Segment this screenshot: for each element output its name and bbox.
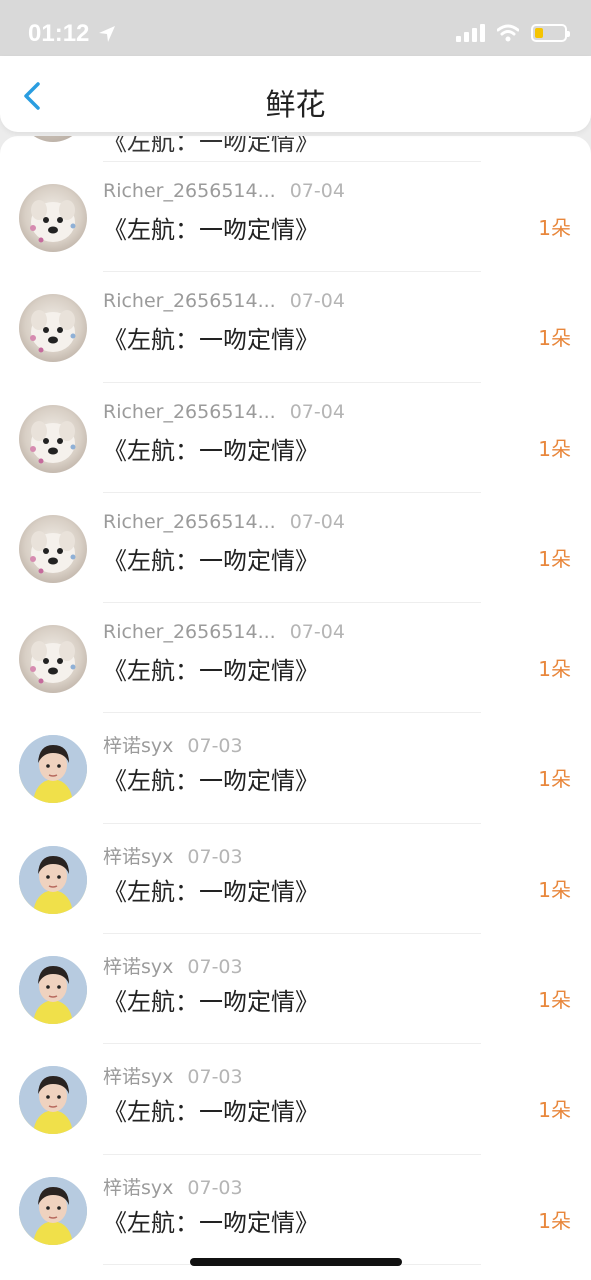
username-text[interactable]: Richer_2656514... bbox=[103, 180, 276, 202]
username-text[interactable]: Richer_2656514... bbox=[103, 621, 276, 643]
status-time-text: 01:12 bbox=[28, 20, 90, 47]
cellular-signal-icon bbox=[456, 24, 485, 42]
flower-count: 1朵 bbox=[538, 1098, 571, 1123]
list-item[interactable]: 梓诺syx 07-03 《左航：一吻定情》 1朵 bbox=[0, 1155, 591, 1265]
gift-date: 07-04 bbox=[289, 290, 345, 313]
list-item[interactable]: 梓诺syx 07-03 《左航：一吻定情》 1朵 bbox=[0, 1044, 591, 1155]
list-item-title: 《左航：一吻定情》 bbox=[103, 326, 319, 355]
avatar[interactable] bbox=[19, 514, 87, 583]
avatar[interactable] bbox=[19, 294, 87, 363]
list-item[interactable]: Richer_2656514... 07-04 《左航：一吻定情》 1朵 bbox=[0, 603, 591, 714]
list-item-title: 《左航：一吻定情》 bbox=[103, 136, 319, 156]
list-item[interactable]: Richer_2656514... 07-04 《左航：一吻定情》 1朵 bbox=[0, 383, 591, 493]
status-bar: 01:12 bbox=[0, 0, 591, 64]
username-text[interactable]: 梓诺syx bbox=[103, 956, 173, 978]
status-time: 01:12 bbox=[28, 20, 117, 48]
gift-date: 07-03 bbox=[187, 845, 243, 868]
list-item-title: 《左航：一吻定情》 bbox=[103, 988, 319, 1017]
gift-date: 07-04 bbox=[289, 400, 345, 423]
username-text[interactable]: Richer_2656514... bbox=[103, 401, 276, 423]
avatar[interactable] bbox=[19, 1066, 87, 1135]
gift-date: 07-04 bbox=[289, 180, 345, 202]
gift-date: 07-04 bbox=[289, 510, 345, 533]
list-item[interactable]: Richer_2656514... 07-04 《左航：一吻定情》 1朵 bbox=[0, 272, 591, 383]
username-text[interactable]: 梓诺syx bbox=[103, 735, 173, 757]
list-item-partial[interactable]: 《左航：一吻定情》 bbox=[0, 136, 591, 162]
list-item[interactable]: Richer_2656514... 07-04 《左航：一吻定情》 1朵 bbox=[0, 162, 591, 273]
list-item-title: 《左航：一吻定情》 bbox=[103, 657, 319, 686]
list-item-title: 《左航：一吻定情》 bbox=[103, 436, 319, 465]
avatar[interactable] bbox=[19, 625, 87, 694]
username-text[interactable]: 梓诺syx bbox=[103, 1066, 173, 1088]
flower-count: 1朵 bbox=[538, 546, 571, 571]
username[interactable]: Richer_2656514... 07-04 bbox=[103, 290, 345, 312]
wifi-icon bbox=[497, 24, 519, 42]
flower-count: 1朵 bbox=[538, 657, 571, 682]
flower-count: 1朵 bbox=[538, 767, 571, 792]
navigation-bar: 鲜花 bbox=[0, 56, 591, 132]
home-indicator bbox=[190, 1258, 402, 1266]
status-icons bbox=[456, 24, 570, 42]
list-item[interactable]: 梓诺syx 07-03 《左航：一吻定情》 1朵 bbox=[0, 934, 591, 1045]
gift-date: 07-04 bbox=[289, 621, 345, 644]
avatar[interactable] bbox=[19, 184, 87, 252]
username[interactable]: Richer_2656514... 07-04 bbox=[103, 180, 345, 202]
flower-list: 《左航：一吻定情》 Richer_2656514... 07-04 《左航：一吻定情… bbox=[0, 136, 591, 1280]
flower-count: 1朵 bbox=[538, 216, 571, 240]
username[interactable]: Richer_2656514... 07-04 bbox=[103, 621, 345, 643]
gift-date: 07-03 bbox=[187, 1176, 243, 1199]
avatar[interactable] bbox=[19, 136, 87, 142]
list-item-title: 《左航：一吻定情》 bbox=[103, 546, 319, 575]
flower-count: 1朵 bbox=[538, 988, 571, 1013]
username-text[interactable]: 梓诺syx bbox=[103, 846, 173, 868]
username[interactable]: 梓诺syx 07-03 bbox=[103, 952, 243, 979]
battery-icon bbox=[531, 24, 570, 42]
username[interactable]: 梓诺syx 07-03 bbox=[103, 731, 243, 758]
gift-date: 07-03 bbox=[187, 735, 243, 758]
list-item-title: 《左航：一吻定情》 bbox=[103, 877, 319, 906]
list-item-title: 《左航：一吻定情》 bbox=[103, 1098, 319, 1127]
location-arrow-icon bbox=[99, 26, 116, 42]
list-item-title: 《左航：一吻定情》 bbox=[103, 1208, 319, 1237]
list-item[interactable]: Richer_2656514... 07-04 《左航：一吻定情》 1朵 bbox=[0, 493, 591, 604]
avatar[interactable] bbox=[19, 1176, 87, 1245]
list-item[interactable]: 梓诺syx 07-03 《左航：一吻定情》 1朵 bbox=[0, 824, 591, 935]
avatar[interactable] bbox=[19, 404, 87, 473]
list-item-title: 《左航：一吻定情》 bbox=[103, 767, 319, 796]
username[interactable]: Richer_2656514... 07-04 bbox=[103, 401, 345, 423]
username[interactable]: 梓诺syx 07-03 bbox=[103, 1062, 243, 1089]
list-item-title: 《左航：一吻定情》 bbox=[103, 216, 319, 244]
username-text[interactable]: Richer_2656514... bbox=[103, 511, 276, 533]
list-item[interactable]: 梓诺syx 07-03 《左航：一吻定情》 1朵 bbox=[0, 713, 591, 824]
page-title: 鲜花 bbox=[265, 88, 326, 123]
username[interactable]: Richer_2656514... 07-04 bbox=[103, 511, 345, 533]
username-text[interactable]: 梓诺syx bbox=[103, 1177, 173, 1199]
avatar[interactable] bbox=[19, 956, 87, 1025]
flower-count: 1朵 bbox=[538, 877, 571, 902]
avatar[interactable] bbox=[19, 735, 87, 804]
flower-count: 1朵 bbox=[538, 436, 571, 461]
gift-date: 07-03 bbox=[187, 1066, 243, 1089]
flower-count: 1朵 bbox=[538, 1208, 571, 1233]
username[interactable]: 梓诺syx 07-03 bbox=[103, 1173, 243, 1200]
username-text[interactable]: Richer_2656514... bbox=[103, 290, 276, 312]
avatar[interactable] bbox=[19, 845, 87, 914]
flower-count: 1朵 bbox=[538, 326, 571, 351]
gift-date: 07-03 bbox=[187, 956, 243, 979]
username[interactable]: 梓诺syx 07-03 bbox=[103, 842, 243, 869]
battery-level bbox=[535, 28, 544, 38]
